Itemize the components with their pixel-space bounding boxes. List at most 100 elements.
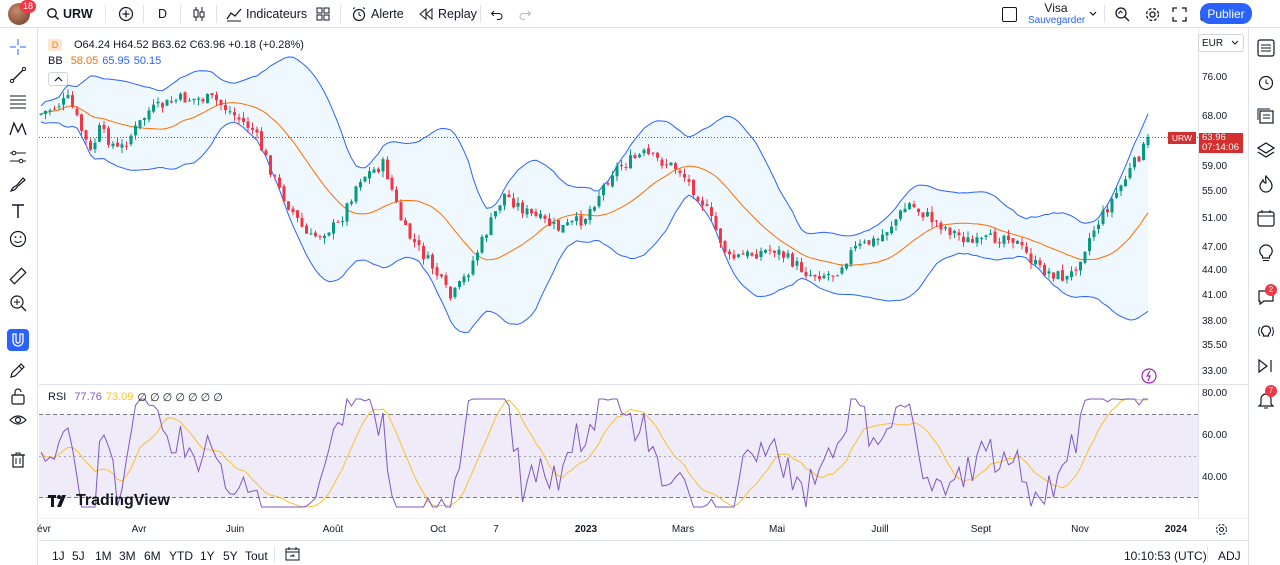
time-tick: Mai bbox=[768, 524, 786, 535]
stacked-docs-icon bbox=[1257, 108, 1274, 124]
lightbulb-icon bbox=[1259, 244, 1273, 261]
bb-lower-value: 50.15 bbox=[133, 55, 162, 67]
alert-button[interactable]: Alerte bbox=[351, 0, 404, 28]
avatar-notification-badge: 18 bbox=[20, 0, 36, 13]
clock-display[interactable]: 10:10:53 (UTC) bbox=[1124, 549, 1207, 563]
emoji-tool[interactable] bbox=[7, 228, 29, 250]
chart-canvas[interactable] bbox=[39, 29, 1248, 519]
gear-icon[interactable] bbox=[1215, 523, 1228, 536]
drawing-toolbar bbox=[0, 28, 38, 565]
trend-line-tool[interactable] bbox=[7, 64, 29, 86]
range-5y-button[interactable]: 5Y bbox=[223, 549, 238, 563]
bar-countdown: 07:14:06 bbox=[1202, 142, 1239, 153]
flame-icon bbox=[1259, 175, 1273, 193]
lock-drawings-tool[interactable] bbox=[7, 359, 29, 381]
brush-tool[interactable] bbox=[7, 173, 29, 195]
fib-tool[interactable] bbox=[7, 91, 29, 113]
ohlc-values: O64.24 H64.52 B63.62 C63.96 +0.18 (+0.28… bbox=[74, 39, 304, 51]
range-3m-button[interactable]: 3M bbox=[119, 549, 136, 563]
pencil-lock-icon bbox=[10, 363, 25, 378]
undo-button[interactable] bbox=[490, 0, 504, 28]
calendar-goto-icon[interactable] bbox=[285, 547, 300, 561]
last-price-tag: 63.96 07:14:06 bbox=[1199, 133, 1243, 153]
calendar-icon bbox=[1257, 210, 1275, 227]
tradingview-logo[interactable]: TradingView bbox=[48, 492, 170, 510]
rsi-pane bbox=[39, 368, 1198, 508]
alarm-clock-icon bbox=[1258, 75, 1274, 91]
time-tick: Juin bbox=[225, 524, 245, 535]
watchlist-button[interactable] bbox=[1255, 37, 1277, 59]
publish-button[interactable]: Publier bbox=[1200, 3, 1252, 24]
range-1y-button[interactable]: 1Y bbox=[200, 549, 215, 563]
crosshair-icon bbox=[10, 39, 26, 55]
layout-name-button[interactable]: Visa Sauvegarder bbox=[1028, 2, 1085, 27]
grid-icon bbox=[316, 7, 330, 21]
text-icon bbox=[12, 204, 24, 218]
replay-panel-button[interactable] bbox=[1255, 355, 1277, 377]
redo-button[interactable] bbox=[518, 0, 532, 28]
ideas-button[interactable] bbox=[1255, 242, 1277, 264]
interval-badge[interactable]: D bbox=[48, 39, 62, 51]
adjust-toggle[interactable]: ADJ bbox=[1218, 549, 1241, 563]
indicators-button[interactable]: Indicateurs bbox=[226, 0, 307, 28]
time-tick: Mars bbox=[671, 524, 695, 535]
interval-button[interactable]: D bbox=[158, 0, 167, 28]
range-6m-button[interactable]: 6M bbox=[144, 549, 161, 563]
bb-label: BB bbox=[48, 55, 63, 67]
settings-button[interactable] bbox=[1144, 0, 1161, 28]
currency-selector[interactable]: EUR bbox=[1198, 34, 1244, 52]
lock-tool[interactable] bbox=[7, 385, 29, 407]
quick-search-button[interactable] bbox=[1114, 0, 1131, 28]
layout-sync-checkbox[interactable] bbox=[1002, 0, 1017, 28]
crosshair-tool[interactable] bbox=[7, 36, 29, 58]
symbol-search-button[interactable]: URW bbox=[46, 0, 93, 28]
replay-icon bbox=[419, 7, 433, 21]
price-tick: 41.00 bbox=[1202, 290, 1228, 301]
streams-button[interactable] bbox=[1255, 321, 1277, 343]
text-tool[interactable] bbox=[7, 200, 29, 222]
calendar-button[interactable] bbox=[1255, 207, 1277, 229]
layers-icon bbox=[1257, 142, 1275, 158]
smiley-icon bbox=[9, 230, 27, 248]
price-tick: 59.00 bbox=[1202, 161, 1228, 172]
magnet-tool[interactable] bbox=[7, 329, 29, 351]
range-1d-button[interactable]: 1J bbox=[52, 549, 65, 563]
time-tick: Août bbox=[322, 524, 344, 535]
range-5d-button[interactable]: 5J bbox=[72, 549, 85, 563]
delete-drawings-tool[interactable] bbox=[7, 449, 29, 471]
symbol-name: URW bbox=[63, 7, 93, 21]
price-tick: 68.00 bbox=[1202, 111, 1228, 122]
range-all-button[interactable]: Tout bbox=[245, 549, 268, 563]
time-tick-year: 2023 bbox=[574, 524, 598, 535]
rsi-legend[interactable]: RSI 77.76 73.09 ∅ ∅ ∅ ∅ ∅ ∅ ∅ bbox=[48, 391, 223, 404]
range-1m-button[interactable]: 1M bbox=[95, 549, 112, 563]
alerts-panel-button[interactable] bbox=[1255, 71, 1277, 93]
hotlists-button[interactable] bbox=[1255, 173, 1277, 195]
chart-type-button[interactable] bbox=[191, 0, 207, 28]
time-tick-year: 2024 bbox=[1164, 524, 1188, 535]
collapse-legend-button[interactable] bbox=[48, 72, 68, 86]
price-tick: 44.00 bbox=[1202, 265, 1228, 276]
bb-basis-value: 58.05 bbox=[70, 55, 99, 67]
zoom-in-tool[interactable] bbox=[7, 292, 29, 314]
bb-legend[interactable]: BB 58.05 65.95 50.15 bbox=[48, 55, 161, 67]
chevron-up-icon bbox=[54, 76, 62, 82]
compare-symbol-button[interactable] bbox=[118, 0, 134, 28]
time-tick: 7 bbox=[493, 524, 499, 535]
visibility-tool[interactable] bbox=[7, 409, 29, 431]
layouts-button[interactable] bbox=[315, 0, 331, 28]
layout-menu-button[interactable] bbox=[1088, 0, 1098, 28]
replay-button[interactable]: Replay bbox=[418, 0, 477, 28]
range-ytd-button[interactable]: YTD bbox=[169, 549, 193, 563]
time-axis[interactable]: évr Avr Juin Août Oct 7 2023 Mars Mai Ju… bbox=[37, 520, 1227, 538]
measure-tool[interactable] bbox=[7, 265, 29, 287]
layers-button[interactable] bbox=[1255, 139, 1277, 161]
fullscreen-button[interactable] bbox=[1172, 0, 1187, 28]
prediction-tool[interactable] bbox=[7, 146, 29, 168]
patterns-tool[interactable] bbox=[7, 118, 29, 140]
square-icon bbox=[1002, 6, 1017, 22]
replay-label: Replay bbox=[438, 7, 477, 21]
object-tree-button[interactable] bbox=[1255, 105, 1277, 127]
unlock-icon bbox=[11, 388, 25, 405]
price-tick: 47.00 bbox=[1202, 242, 1228, 253]
